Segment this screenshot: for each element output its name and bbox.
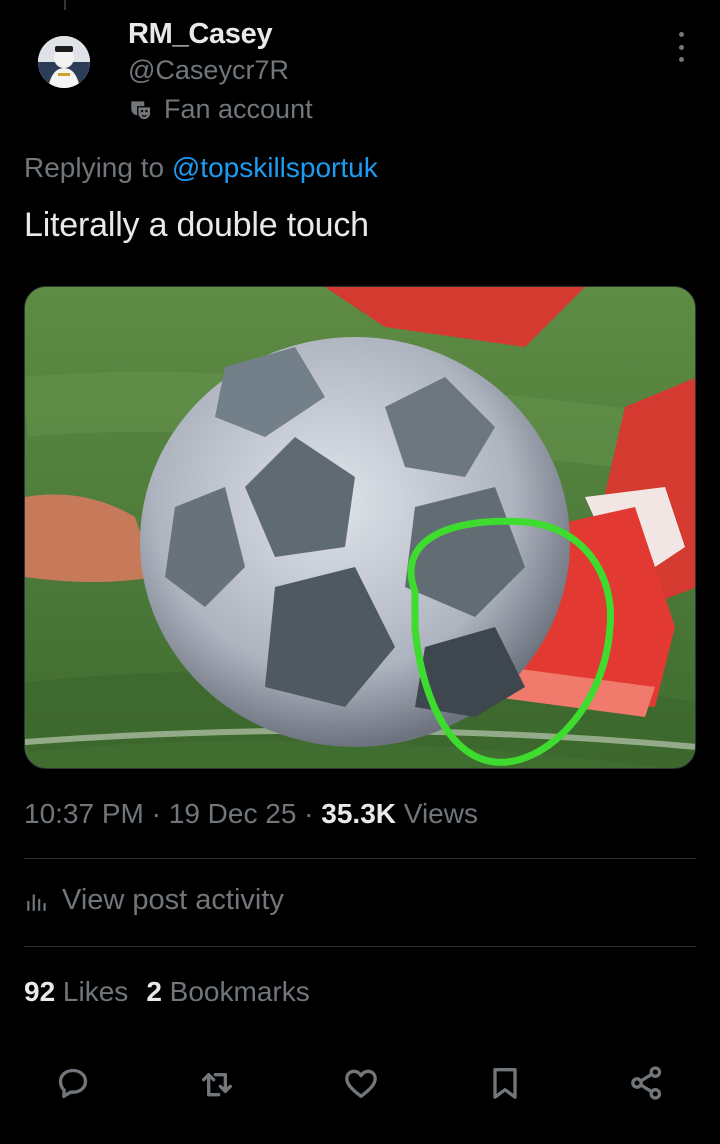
view-post-activity-label: View post activity (62, 884, 284, 916)
post-meta: 10:37 PM · 19 Dec 25 · 35.3K Views (24, 798, 478, 830)
repost-icon (202, 1073, 232, 1097)
author-name[interactable]: RM_Casey (128, 18, 273, 51)
likes-stat[interactable]: 92 Likes (24, 976, 128, 1007)
engagement-counts: 92 Likes 2 Bookmarks (24, 976, 310, 1008)
likes-label: Likes (55, 976, 129, 1007)
post-media-image[interactable] (24, 286, 696, 769)
share-icon (631, 1066, 662, 1100)
views-count: 35.3K (321, 798, 396, 829)
reply-button[interactable] (48, 1058, 98, 1108)
share-button[interactable] (622, 1058, 672, 1108)
more-options-icon[interactable] (674, 32, 688, 62)
views-label: Views (396, 798, 478, 829)
like-button[interactable] (336, 1058, 386, 1108)
meta-separator: · (143, 798, 169, 829)
like-icon (345, 1069, 377, 1098)
post-header: RM_Casey @Caseycr7R Fan account (24, 14, 696, 134)
meta-separator: · (296, 798, 322, 829)
author-handle[interactable]: @Caseycr7R (128, 55, 289, 86)
football-image (25, 287, 695, 768)
bottom-edge (0, 1128, 720, 1144)
post-time: 10:37 PM (24, 798, 144, 829)
likes-count: 92 (24, 976, 56, 1007)
replying-prefix: Replying to (24, 152, 172, 183)
replying-to-handle[interactable]: @topskillsportuk (172, 152, 378, 183)
fan-account-label: Fan account (128, 94, 313, 125)
fan-account-text: Fan account (164, 94, 313, 124)
bookmark-button[interactable] (480, 1058, 530, 1108)
replying-to: Replying to @topskillsportuk (24, 152, 378, 184)
bookmarks-label: Bookmarks (161, 976, 310, 1007)
avatar[interactable] (38, 36, 90, 88)
post-actions-bar (24, 1058, 696, 1108)
view-post-activity-button[interactable]: View post activity (24, 884, 284, 917)
bar-chart-icon (27, 894, 46, 911)
post-date: 19 Dec 25 (168, 798, 297, 829)
bookmarks-count: 2 (146, 976, 162, 1007)
divider (24, 946, 696, 947)
repost-button[interactable] (192, 1058, 242, 1108)
bookmarks-stat[interactable]: 2 Bookmarks (146, 976, 309, 1007)
theater-masks-icon (131, 100, 152, 120)
thread-connector-line (64, 0, 66, 10)
reply-icon (58, 1068, 88, 1098)
post-text: Literally a double touch (24, 206, 369, 244)
divider (24, 858, 696, 859)
bookmark-icon (493, 1068, 517, 1099)
